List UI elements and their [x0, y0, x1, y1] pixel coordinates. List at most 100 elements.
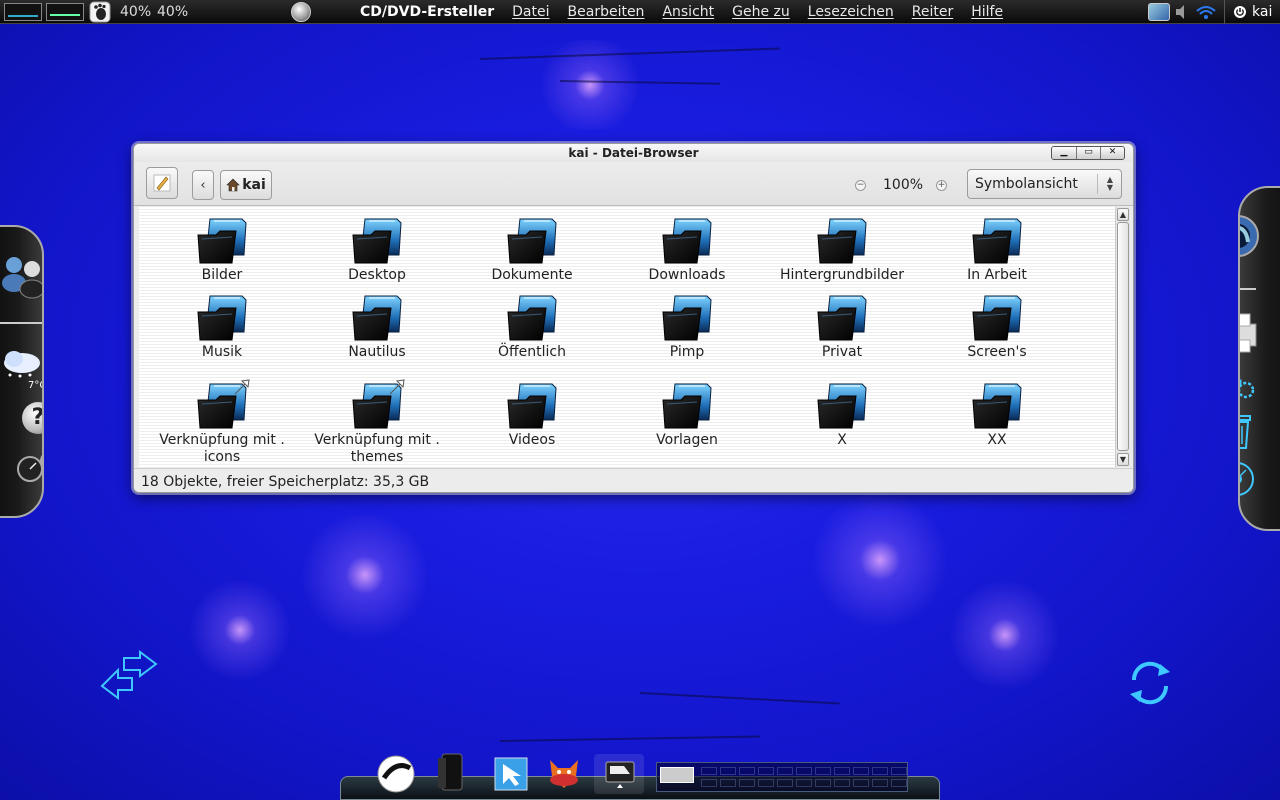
workspace-switcher[interactable] [656, 762, 908, 792]
printer-icon[interactable] [1238, 310, 1260, 356]
file-item[interactable]: Musik [147, 294, 297, 361]
folder-icon [661, 382, 713, 430]
music-player-icon[interactable] [432, 752, 472, 792]
minus-icon: − [856, 180, 865, 190]
workspace-cell[interactable] [796, 779, 812, 787]
file-item[interactable]: XX [922, 382, 1072, 449]
file-manager-launcher-icon[interactable] [600, 752, 640, 792]
menu-reiter[interactable]: Reiter [912, 4, 953, 20]
workspace-cell[interactable] [853, 779, 869, 787]
zoom-out-button[interactable]: − [855, 180, 866, 191]
power-icon[interactable] [1233, 5, 1247, 19]
workspace-cell[interactable] [872, 767, 888, 775]
minimize-button[interactable]: ▁ [1052, 147, 1076, 159]
file-item[interactable]: Videos [457, 382, 607, 449]
refresh-icon[interactable] [1124, 656, 1176, 710]
trash-icon[interactable] [1238, 410, 1254, 450]
path-back-button[interactable]: ‹ [192, 170, 214, 200]
weather-snow-icon[interactable] [0, 347, 44, 379]
file-item[interactable]: Bilder [147, 217, 297, 284]
file-item[interactable]: Verknüpfung mit . themes [302, 379, 452, 466]
folder-icon [506, 217, 558, 265]
file-item[interactable]: Desktop [302, 217, 452, 284]
scroll-down-arrow[interactable]: ▼ [1117, 453, 1129, 466]
close-button[interactable]: ✕ [1100, 147, 1124, 159]
weather-tray-icon[interactable] [1148, 3, 1170, 21]
sphere-launcher-icon[interactable] [376, 754, 416, 794]
workspace-cell[interactable] [777, 779, 793, 787]
view-mode-select[interactable]: Symbolansicht ▲ ▼ [967, 169, 1122, 199]
file-item[interactable]: X [767, 382, 917, 449]
workspace-cell[interactable] [720, 779, 736, 787]
network-monitor-icon[interactable] [46, 3, 84, 21]
menu-gehe-zu[interactable]: Gehe zu [732, 4, 790, 20]
file-item[interactable]: Verknüpfung mit . icons [147, 379, 297, 466]
file-item[interactable]: Nautilus [302, 294, 452, 361]
workspace-cell[interactable] [701, 779, 717, 787]
menu-ansicht[interactable]: Ansicht [662, 4, 714, 20]
file-item[interactable]: Dokumente [457, 217, 607, 284]
status-bar: 18 Objekte, freier Speicherplatz: 35,3 G… [134, 468, 1133, 492]
help-icon[interactable]: ? [22, 402, 42, 434]
browser-globe-icon[interactable] [1238, 214, 1260, 258]
symlink-arrow-icon [234, 379, 250, 395]
file-label: XX [987, 432, 1007, 448]
cd-disc-icon[interactable] [1238, 460, 1256, 498]
workspace-cell[interactable] [701, 767, 717, 775]
file-item[interactable]: In Arbeit [922, 217, 1072, 284]
file-item[interactable]: Vorlagen [612, 382, 762, 449]
file-icon-view[interactable]: Bilder Desktop Dokumente Downloads Hintergru… [139, 207, 1115, 467]
maximize-button[interactable]: ▭ [1076, 147, 1100, 159]
workspace-cell[interactable] [796, 767, 812, 775]
workspace-cell[interactable] [739, 767, 755, 775]
file-label: Screen's [967, 344, 1027, 360]
zoom-in-button[interactable]: + [936, 180, 947, 191]
workspace-cell[interactable] [891, 779, 907, 787]
location-edit-button[interactable] [146, 167, 178, 199]
workspace-cell[interactable] [777, 767, 793, 775]
gnome-foot-icon[interactable] [89, 1, 111, 23]
gauges-icon[interactable] [14, 449, 44, 483]
menu-datei[interactable]: Datei [512, 4, 549, 20]
file-item[interactable]: Öffentlich [457, 294, 607, 361]
file-item[interactable]: Screen's [922, 294, 1072, 361]
fox-app-icon[interactable] [544, 752, 584, 792]
workspace-cell[interactable] [891, 767, 907, 775]
menu-lesezeichen[interactable]: Lesezeichen [808, 4, 894, 20]
people-icon[interactable] [0, 249, 44, 299]
vertical-scrollbar[interactable]: ▲ ▼ [1115, 207, 1130, 467]
user-name[interactable]: kai [1252, 4, 1272, 20]
scroll-up-arrow[interactable]: ▲ [1117, 208, 1129, 221]
workspace-cell[interactable] [834, 779, 850, 787]
workspace-cell[interactable] [758, 779, 774, 787]
wifi-tray-icon[interactable] [1195, 3, 1217, 21]
file-label: Verknüpfung mit . icons [147, 432, 297, 466]
cursor-app-icon[interactable] [491, 754, 531, 794]
menu-bearbeiten[interactable]: Bearbeiten [568, 4, 645, 20]
file-item[interactable]: Pimp [612, 294, 762, 361]
sphere-logo-icon[interactable] [291, 2, 311, 22]
workspace-cell[interactable] [815, 767, 831, 775]
path-home-button[interactable]: kai [220, 170, 272, 200]
switch-arrows-icon[interactable] [98, 650, 160, 702]
file-label: Bilder [201, 267, 243, 283]
folder-icon [971, 382, 1023, 430]
file-item[interactable]: Downloads [612, 217, 762, 284]
system-monitor-icon[interactable] [4, 3, 42, 21]
workspace-cell[interactable] [815, 779, 831, 787]
scrollbar-thumb[interactable] [1117, 222, 1129, 451]
workspace-cell[interactable] [720, 767, 736, 775]
workspace-cell[interactable] [872, 779, 888, 787]
settings-gears-icon[interactable] [1238, 366, 1256, 400]
file-browser-window: kai - Datei-Browser ▁ ▭ ✕ ‹ kai − 100% + [133, 143, 1134, 493]
file-item[interactable]: Hintergrundbilder [767, 217, 917, 284]
file-item[interactable]: Privat [767, 294, 917, 361]
plus-icon: + [937, 180, 946, 190]
workspace-cell[interactable] [853, 767, 869, 775]
menu-hilfe[interactable]: Hilfe [971, 4, 1003, 20]
window-titlebar[interactable]: kai - Datei-Browser ▁ ▭ ✕ [134, 144, 1133, 162]
workspace-cell[interactable] [758, 767, 774, 775]
workspace-cell[interactable] [739, 779, 755, 787]
audio-tray-icon[interactable] [1173, 3, 1193, 21]
workspace-cell[interactable] [834, 767, 850, 775]
